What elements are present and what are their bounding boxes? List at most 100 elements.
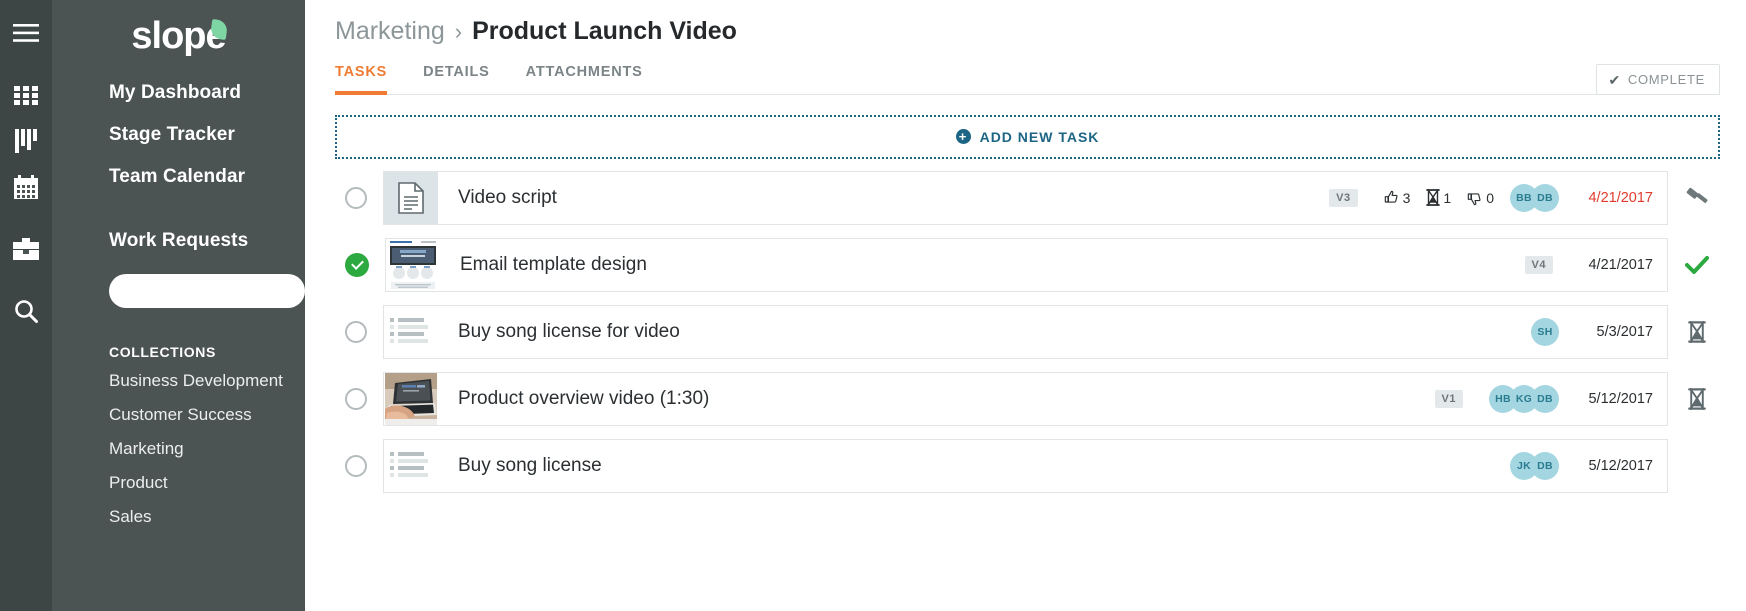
row-status-icon[interactable] [1674, 320, 1720, 343]
hamburger-menu-icon[interactable] [9, 16, 43, 50]
table-row: Product overview video (1:30) V1 HB KG D… [335, 371, 1720, 426]
breadcrumb-parent[interactable]: Marketing [335, 17, 445, 46]
task-card[interactable]: Product overview video (1:30) V1 HB KG D… [383, 371, 1668, 426]
page-title: Product Launch Video [472, 17, 737, 45]
avatar[interactable]: DB [1531, 183, 1559, 212]
thumbs-up-count: 3 [1402, 189, 1411, 206]
task-meta: V1 HB KG DB 5/12/2017 [1434, 384, 1667, 413]
thumbs-up-reaction[interactable]: 3 [1384, 189, 1411, 206]
breadcrumb-separator-icon: › [454, 19, 463, 44]
topbar: Marketing › Product Launch Video TASKS D… [305, 0, 1746, 95]
complete-button-label: COMPLETE [1627, 72, 1705, 87]
task-meta: SH 5/3/2017 [1531, 317, 1667, 346]
tab-tasks[interactable]: TASKS [335, 64, 388, 95]
tab-details[interactable]: DETAILS [423, 64, 490, 95]
due-date: 5/3/2017 [1596, 323, 1653, 340]
gavel-icon [1686, 187, 1708, 203]
task-list-area: + ADD NEW TASK Video script V3 3 1 0 BB … [305, 95, 1746, 493]
due-date: 5/12/2017 [1588, 457, 1653, 474]
sidebar-item-marketing[interactable]: Marketing [52, 432, 305, 466]
sidebar-item-product[interactable]: Product [52, 466, 305, 500]
video-thumbnail [384, 372, 438, 425]
main-panel: Marketing › Product Launch Video TASKS D… [305, 0, 1746, 611]
pending-count: 1 [1443, 189, 1452, 206]
sidebar-item-team-calendar[interactable]: Team Calendar [52, 156, 305, 198]
task-card[interactable]: Buy song license JK DB 5/12/2017 [383, 438, 1668, 493]
version-badge: V3 [1329, 188, 1358, 207]
task-status-toggle[interactable] [345, 320, 367, 343]
app-root: slope My Dashboard Stage Tracker Team Ca… [0, 0, 1746, 611]
due-date: 4/21/2017 [1588, 256, 1653, 273]
sidebar: slope My Dashboard Stage Tracker Team Ca… [52, 0, 305, 611]
row-status-icon[interactable] [1674, 255, 1720, 275]
tab-attachments[interactable]: ATTACHMENTS [526, 64, 643, 95]
sidebar-item-stage-tracker[interactable]: Stage Tracker [52, 114, 305, 156]
dashboard-grid-icon[interactable] [9, 78, 43, 112]
icon-rail [0, 0, 52, 611]
task-status-toggle[interactable] [345, 454, 367, 477]
task-title: Product overview video (1:30) [458, 387, 710, 409]
assignee-avatars: SH [1531, 317, 1559, 346]
row-status-icon[interactable] [1674, 387, 1720, 410]
search-input[interactable] [109, 274, 305, 308]
hourglass-icon [1688, 387, 1706, 410]
thumbs-up-icon [1384, 190, 1398, 203]
table-row: Email template design V4 4/21/2017 [335, 237, 1720, 292]
thumbs-down-icon [1467, 192, 1481, 205]
sidebar-nav: My Dashboard Stage Tracker Team Calendar… [52, 72, 305, 262]
task-meta: V4 4/21/2017 [1524, 255, 1667, 274]
sidebar-item-customer-success[interactable]: Customer Success [52, 398, 305, 432]
calendar-icon[interactable] [9, 170, 43, 204]
version-badge: V4 [1524, 255, 1553, 274]
list-placeholder-icon [384, 305, 438, 358]
avatar[interactable]: DB [1531, 451, 1559, 480]
row-status-icon[interactable] [1674, 187, 1720, 209]
sidebar-item-business-development[interactable]: Business Development [52, 364, 305, 398]
collections-heading: COLLECTIONS [109, 344, 216, 360]
due-date: 5/12/2017 [1588, 390, 1653, 407]
assignee-avatars: JK DB [1510, 451, 1559, 480]
task-status-toggle[interactable] [345, 186, 367, 209]
add-new-task-label: ADD NEW TASK [979, 128, 1100, 145]
sidebar-item-sales[interactable]: Sales [52, 500, 305, 534]
avatar[interactable]: SH [1531, 317, 1559, 346]
stage-tracker-icon[interactable] [9, 124, 43, 158]
thumbs-down-reaction[interactable]: 0 [1467, 190, 1494, 206]
avatar[interactable]: DB [1531, 384, 1559, 413]
plus-icon: + [955, 129, 971, 144]
email-template-thumbnail [386, 238, 440, 291]
sidebar-search-wrap [52, 262, 305, 308]
table-row: Video script V3 3 1 0 BB DB 4/21/2017 [335, 170, 1720, 225]
task-card[interactable]: Video script V3 3 1 0 BB DB 4/21/2017 [383, 170, 1668, 225]
add-new-task-button[interactable]: + ADD NEW TASK [335, 114, 1720, 159]
briefcase-icon[interactable] [9, 232, 43, 266]
sidebar-item-work-requests[interactable]: Work Requests [52, 220, 305, 262]
task-status-toggle[interactable] [345, 252, 369, 277]
task-title: Buy song license [458, 454, 602, 476]
task-title: Email template design [460, 253, 647, 275]
table-row: Buy song license for video SH 5/3/2017 [335, 304, 1720, 359]
list-placeholder-icon [384, 439, 438, 492]
due-date: 4/21/2017 [1588, 189, 1653, 206]
hourglass-icon [1426, 189, 1441, 206]
breadcrumb: Marketing › Product Launch Video [335, 17, 1720, 46]
task-status-toggle[interactable] [345, 387, 367, 410]
app-logo[interactable]: slope [52, 0, 305, 66]
thumbs-down-count: 0 [1486, 189, 1494, 206]
assignee-avatars: HB KG DB [1489, 384, 1559, 413]
version-badge: V1 [1434, 389, 1463, 408]
sidebar-item-my-dashboard[interactable]: My Dashboard [52, 72, 305, 114]
task-card[interactable]: Buy song license for video SH 5/3/2017 [383, 304, 1668, 359]
check-icon: ✔ [1608, 71, 1621, 88]
hourglass-icon [1688, 320, 1706, 343]
complete-button[interactable]: ✔ COMPLETE [1596, 64, 1720, 95]
check-icon [1685, 255, 1709, 274]
tab-bar: TASKS DETAILS ATTACHMENTS [335, 64, 1720, 95]
task-meta: V3 3 1 0 BB DB 4/21/2017 [1329, 183, 1667, 212]
pending-reaction[interactable]: 1 [1426, 189, 1451, 206]
task-title: Video script [458, 186, 557, 208]
document-thumbnail-icon [384, 171, 438, 224]
search-icon[interactable] [9, 294, 43, 328]
task-card[interactable]: Email template design V4 4/21/2017 [385, 237, 1668, 292]
assignee-avatars: BB DB [1510, 183, 1559, 212]
